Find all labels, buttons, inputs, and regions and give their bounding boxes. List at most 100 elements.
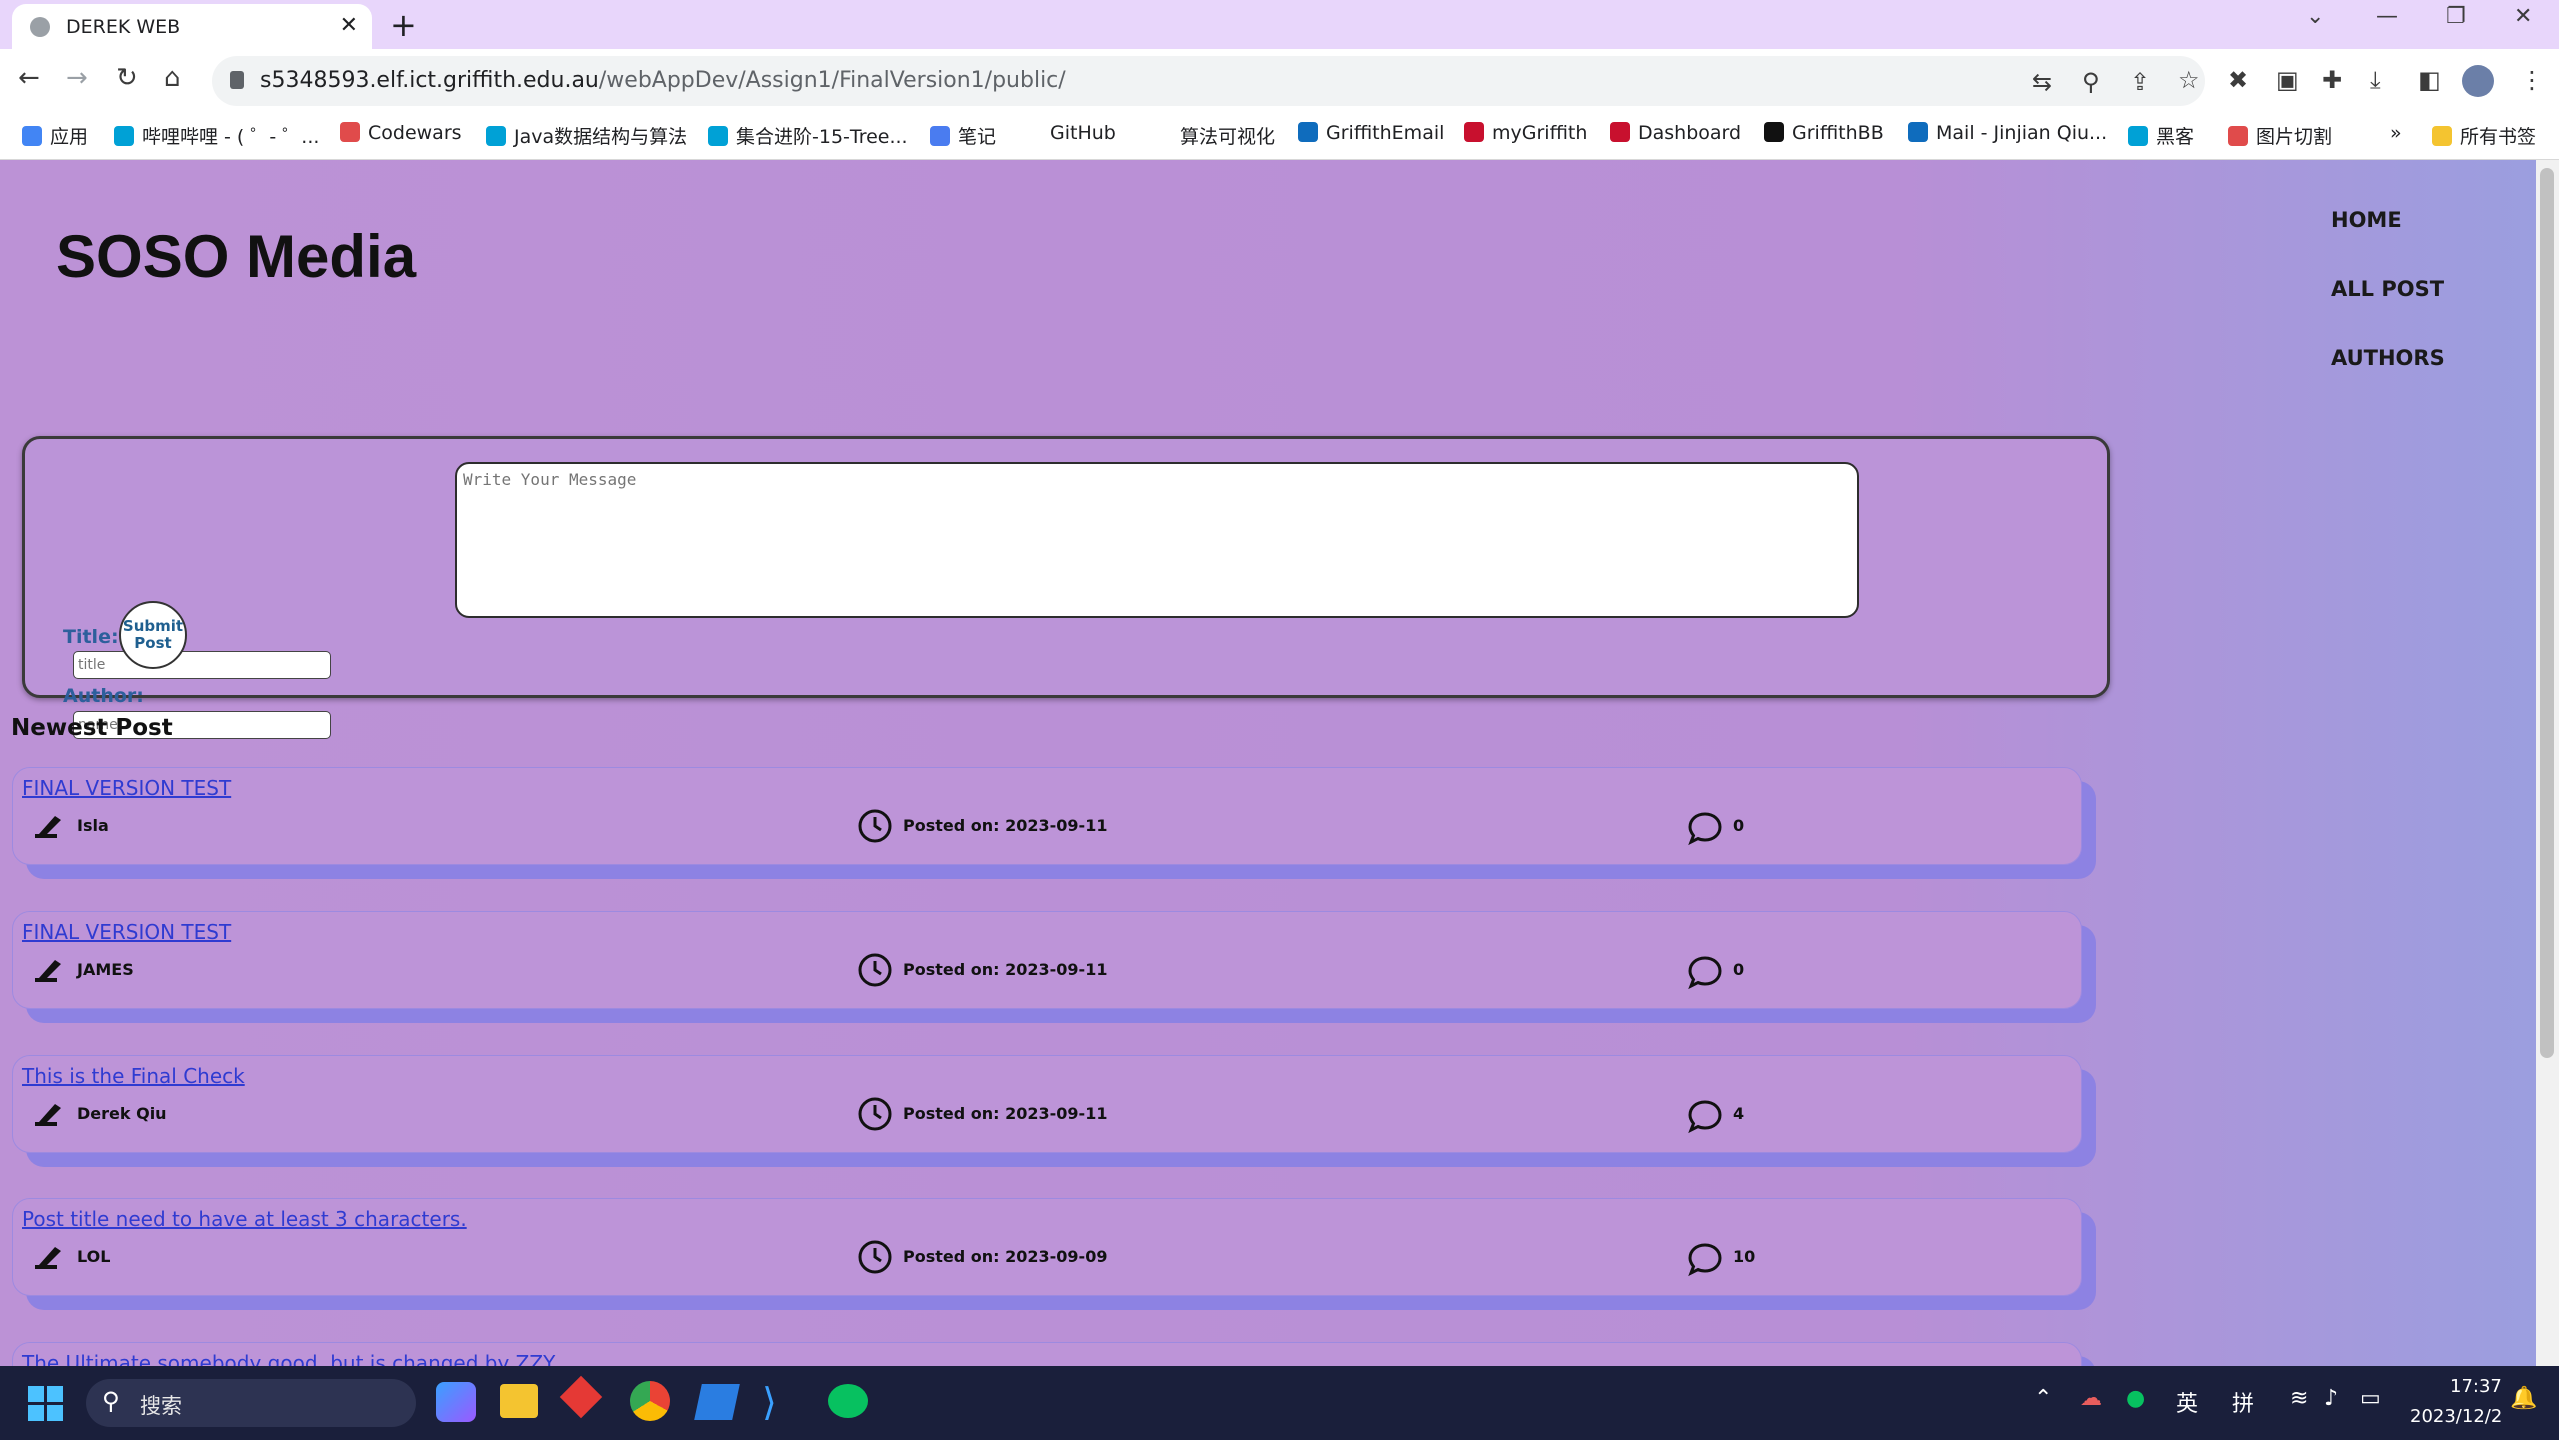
comment-bubble-icon xyxy=(1687,810,1723,850)
bookmark-item[interactable]: 图片切割 xyxy=(2228,122,2332,149)
post-title-link[interactable]: The Ultimate somebody good, but is chang… xyxy=(22,1351,555,1366)
clock-icon xyxy=(857,808,893,848)
side-panel-icon[interactable]: ◧ xyxy=(2418,66,2441,94)
tab-close-icon[interactable]: ✕ xyxy=(340,13,358,38)
notification-bell-icon[interactable]: 🔔 xyxy=(2510,1386,2537,1411)
extension-x-icon[interactable]: ✖ xyxy=(2228,66,2248,94)
post-date: Posted on: 2023-09-11 xyxy=(903,960,1108,979)
bookmark-label: GriffithEmail xyxy=(1326,122,1445,144)
extensions-puzzle-icon[interactable]: ✚ xyxy=(2322,66,2342,94)
bookmark-item[interactable]: GriffithEmail xyxy=(1298,122,1444,144)
comment-count: 4 xyxy=(1733,1104,1745,1123)
nav-home-link[interactable]: HOME xyxy=(2331,208,2402,232)
restore-icon[interactable]: ❐ xyxy=(2446,4,2466,29)
copilot-app-icon[interactable] xyxy=(436,1382,476,1422)
submit-post-button[interactable]: Submit Post xyxy=(119,601,187,669)
home-icon[interactable]: ⌂ xyxy=(164,63,181,93)
bookmark-label: 黑客 xyxy=(2156,126,2195,148)
globe-icon xyxy=(30,17,50,37)
post-card: FINAL VERSION TEST JAMES Posted on: 2023-0… xyxy=(12,911,2082,1009)
post-title-link[interactable]: Post title need to have at least 3 chara… xyxy=(22,1207,467,1231)
bookmark-item[interactable]: Mail - Jinjian Qiu... xyxy=(1908,122,2107,144)
bookmark-label: Codewars xyxy=(368,122,462,144)
bookmark-item[interactable]: 算法可视化 xyxy=(1180,122,1275,149)
translate-icon[interactable]: ⇆ xyxy=(2032,68,2052,96)
bookmark-favicon-icon xyxy=(22,126,42,146)
tray-chevron-icon[interactable]: ⌃ xyxy=(2034,1386,2052,1411)
red-app-icon[interactable] xyxy=(559,1375,603,1419)
page-scrollbar[interactable] xyxy=(2536,160,2559,1366)
chrome-icon[interactable] xyxy=(630,1381,670,1421)
bookmark-item[interactable]: 应用 xyxy=(22,122,88,149)
message-textarea[interactable] xyxy=(455,462,1859,618)
download-icon[interactable]: ⤓ xyxy=(2370,66,2381,94)
post-card: This is the Final Check Derek Qiu Posted o… xyxy=(12,1055,2082,1153)
wifi-icon[interactable]: ≋ xyxy=(2290,1386,2308,1411)
volume-icon[interactable]: ♪ xyxy=(2324,1386,2338,1411)
reload-icon[interactable]: ↻ xyxy=(116,63,138,93)
bookmark-label: myGriffith xyxy=(1492,122,1588,144)
vscode-icon[interactable]: ⟩ xyxy=(762,1380,777,1424)
bookmark-item[interactable]: myGriffith xyxy=(1464,122,1587,144)
bookmark-favicon-icon xyxy=(1610,122,1630,142)
tray-cloud-icon[interactable]: ☁ xyxy=(2080,1386,2102,1411)
bookmark-item[interactable]: 笔记 xyxy=(930,122,996,149)
clock-date[interactable]: 2023/12/2 xyxy=(2410,1406,2502,1427)
taskbar-search[interactable]: ⚲ 搜索 xyxy=(86,1379,416,1427)
share-icon[interactable]: ⇪ xyxy=(2130,68,2150,96)
comment-count: 10 xyxy=(1733,1247,1756,1266)
ime-language[interactable]: 英 xyxy=(2176,1386,2198,1418)
bookmark-item[interactable]: Java数据结构与算法 xyxy=(486,122,687,149)
bookmark-favicon-icon xyxy=(340,122,360,142)
address-bar[interactable]: s5348593.elf.ict.griffith.edu.au/webAppD… xyxy=(212,56,2205,106)
bookmark-item[interactable]: 哔哩哔哩 - ( ゜- ゜... xyxy=(114,122,319,149)
tray-wechat-icon[interactable]: ● xyxy=(2126,1386,2145,1411)
nav-all-post-link[interactable]: ALL POST xyxy=(2331,277,2444,301)
picture-in-picture-icon[interactable]: ▣ xyxy=(2276,66,2299,94)
bookmark-item[interactable]: Codewars xyxy=(340,122,462,144)
bookmark-item[interactable]: 集合进阶-15-Tree... xyxy=(708,122,908,149)
bookmarks-bar: 应用 哔哩哔哩 - ( ゜- ゜... Codewars Java数据结构与算法 集合进… xyxy=(0,113,2559,160)
minimize-icon[interactable]: — xyxy=(2376,4,2398,29)
post-title-link[interactable]: FINAL VERSION TEST xyxy=(22,920,231,944)
menu-dots-icon[interactable]: ⋮ xyxy=(2520,66,2544,94)
tab-strip: DEREK WEB ✕ + ⌄ — ❐ ✕ xyxy=(0,0,2559,49)
comment-bubble-icon xyxy=(1687,954,1723,994)
author-label: Author: xyxy=(63,685,144,707)
window-close-icon[interactable]: ✕ xyxy=(2514,4,2532,29)
page-content: SOSO Media HOME ALL POST AUTHORS Title: … xyxy=(0,160,2536,1366)
forward-arrow-icon[interactable]: → xyxy=(66,63,88,93)
tab-title: DEREK WEB xyxy=(66,16,181,38)
bookmarks-overflow-icon[interactable]: » xyxy=(2390,122,2402,144)
scrollbar-thumb[interactable] xyxy=(2540,168,2554,1058)
bookmark-label: Dashboard xyxy=(1638,122,1742,144)
ime-mode[interactable]: 拼 xyxy=(2232,1386,2254,1418)
tab-search-chevron-icon[interactable]: ⌄ xyxy=(2306,4,2324,29)
nav-authors-link[interactable]: AUTHORS xyxy=(2331,346,2445,370)
bookmark-star-icon[interactable]: ☆ xyxy=(2178,66,2200,94)
bookmark-favicon-icon xyxy=(930,126,950,146)
wechat-icon[interactable] xyxy=(828,1384,868,1418)
post-title-link[interactable]: FINAL VERSION TEST xyxy=(22,776,231,800)
bookmark-item[interactable]: GriffithBB xyxy=(1764,122,1884,144)
file-explorer-icon[interactable] xyxy=(500,1384,538,1418)
bookmark-item[interactable]: 黑客 xyxy=(2128,122,2194,149)
new-tab-icon[interactable]: + xyxy=(390,6,417,44)
blue-app-icon[interactable] xyxy=(694,1384,740,1420)
back-arrow-icon[interactable]: ← xyxy=(18,63,40,93)
bookmark-item[interactable]: Dashboard xyxy=(1610,122,1741,144)
battery-icon[interactable]: ▭ xyxy=(2360,1386,2381,1411)
profile-avatar[interactable] xyxy=(2462,65,2494,97)
all-bookmarks-folder[interactable]: 所有书签 xyxy=(2432,122,2536,149)
post-title-link[interactable]: This is the Final Check xyxy=(22,1064,245,1088)
lock-icon xyxy=(230,71,244,89)
browser-tab[interactable]: DEREK WEB ✕ xyxy=(12,4,372,49)
windows-start-icon[interactable] xyxy=(28,1386,64,1426)
bookmark-item[interactable]: GitHub xyxy=(1050,122,1116,144)
clock-time[interactable]: 17:37 xyxy=(2450,1376,2502,1397)
title-input[interactable] xyxy=(73,651,331,679)
bookmark-favicon-icon xyxy=(1464,122,1484,142)
toolbar: ← → ↻ ⌂ s5348593.elf.ict.griffith.edu.au… xyxy=(0,49,2559,113)
zoom-icon[interactable]: ⚲ xyxy=(2082,68,2100,96)
url-text[interactable]: s5348593.elf.ict.griffith.edu.au/webAppD… xyxy=(260,68,1066,93)
